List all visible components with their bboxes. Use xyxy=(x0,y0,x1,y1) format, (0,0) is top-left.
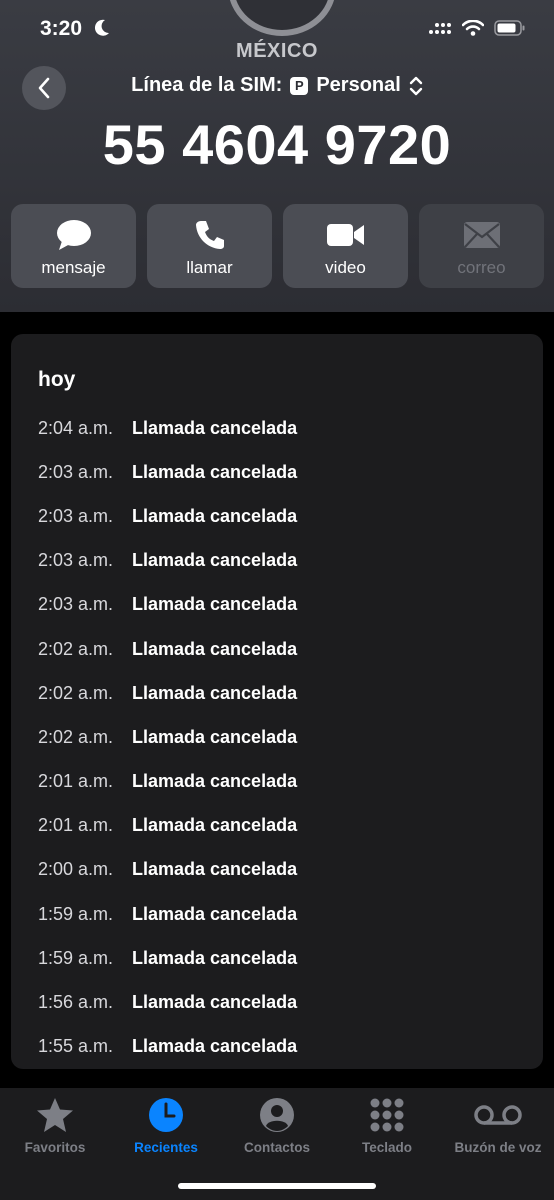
phone-number: 55 4604 9720 xyxy=(102,113,452,176)
contact-header: 3:20 MÉXICO Línea de la SIM: P Personal … xyxy=(0,0,554,312)
call-status: Llamada cancelada xyxy=(132,859,298,880)
call-history-card: hoy 2:04 a.m. Llamada cancelada 2:03 a.m. L… xyxy=(11,334,543,1069)
call-time: 2:03 a.m. xyxy=(38,461,114,482)
call-status: Llamada cancelada xyxy=(132,594,298,615)
call-button[interactable]: llamar xyxy=(147,204,272,288)
call-status: Llamada cancelada xyxy=(132,1036,298,1057)
call-history-row: 2:03 a.m. Llamada cancelada xyxy=(38,494,297,538)
call-history-row: 1:59 a.m. Llamada cancelada xyxy=(38,892,297,936)
message-button-label: mensaje xyxy=(41,258,106,277)
tab-contactos-label: Contactos xyxy=(243,1140,310,1155)
call-status: Llamada cancelada xyxy=(132,771,298,792)
call-time: 2:01 a.m. xyxy=(38,771,114,792)
call-history-row: 2:03 a.m. Llamada cancelada xyxy=(38,583,297,627)
cellular-signal-icon xyxy=(428,21,452,40)
call-history-row: 1:56 a.m. Llamada cancelada xyxy=(38,980,297,1024)
voicemail-icon xyxy=(473,1096,523,1134)
call-time: 2:00 a.m. xyxy=(38,859,114,880)
call-time: 1:59 a.m. xyxy=(38,903,114,924)
tab-buzon-de-voz[interactable]: Buzón de voz xyxy=(443,1096,553,1155)
call-status: Llamada cancelada xyxy=(132,992,298,1013)
call-time: 1:59 a.m. xyxy=(38,947,114,968)
call-history-row: 1:55 a.m. Llamada cancelada xyxy=(38,1025,297,1069)
moon-icon xyxy=(94,19,110,42)
tab-recientes-label: Recientes xyxy=(134,1140,198,1155)
tab-favoritos[interactable]: Favoritos xyxy=(0,1096,110,1155)
chevron-up-down-icon xyxy=(409,76,423,95)
person-circle-icon xyxy=(259,1096,295,1134)
call-status: Llamada cancelada xyxy=(132,726,298,747)
tab-favoritos-label: Favoritos xyxy=(24,1140,86,1155)
call-time: 2:03 a.m. xyxy=(38,550,114,571)
call-status: Llamada cancelada xyxy=(132,903,298,924)
call-history-row: 2:04 a.m. Llamada cancelada xyxy=(38,406,297,450)
call-time: 2:04 a.m. xyxy=(38,417,114,438)
star-icon xyxy=(36,1096,74,1134)
call-history-row: 1:59 a.m. Llamada cancelada xyxy=(38,936,297,980)
mail-button-label: correo xyxy=(457,258,506,277)
keypad-icon xyxy=(369,1096,405,1134)
tab-contactos[interactable]: Contactos xyxy=(222,1096,332,1155)
call-time: 2:03 a.m. xyxy=(38,505,114,526)
phone-icon xyxy=(194,218,226,252)
call-history-row: 2:01 a.m. Llamada cancelada xyxy=(38,760,297,804)
call-history-row: 2:03 a.m. Llamada cancelada xyxy=(38,450,297,494)
tab-recientes[interactable]: Recientes xyxy=(111,1096,221,1155)
call-status: Llamada cancelada xyxy=(132,682,298,703)
call-status: Llamada cancelada xyxy=(132,550,298,571)
call-time: 2:03 a.m. xyxy=(38,594,114,615)
call-time: 2:02 a.m. xyxy=(38,682,114,703)
video-camera-icon xyxy=(326,218,366,252)
call-history-day: hoy xyxy=(38,368,76,391)
contact-country: MÉXICO xyxy=(236,40,318,62)
call-history-row: 2:02 a.m. Llamada cancelada xyxy=(38,627,297,671)
call-history-list: 2:04 a.m. Llamada cancelada 2:03 a.m. Llama… xyxy=(38,406,297,1069)
contact-actions: mensaje llamar video correo xyxy=(11,204,544,288)
sim-line-selector[interactable]: Línea de la SIM: P Personal xyxy=(0,74,554,97)
call-status: Llamada cancelada xyxy=(132,947,298,968)
tab-teclado-label: Teclado xyxy=(361,1140,412,1155)
call-history-row: 2:03 a.m. Llamada cancelada xyxy=(38,539,297,583)
status-indicators xyxy=(428,19,526,41)
message-button[interactable]: mensaje xyxy=(11,204,136,288)
message-bubble-icon xyxy=(56,218,92,252)
sim-line-name: Personal xyxy=(316,74,401,96)
sim-badge: P xyxy=(290,76,309,95)
call-history-row: 2:02 a.m. Llamada cancelada xyxy=(38,715,297,759)
call-time: 1:55 a.m. xyxy=(38,1036,114,1057)
mail-button[interactable]: correo xyxy=(419,204,544,288)
call-button-label: llamar xyxy=(186,258,233,277)
call-status: Llamada cancelada xyxy=(132,638,298,659)
wifi-icon xyxy=(461,19,485,41)
call-time: 2:02 a.m. xyxy=(38,726,114,747)
call-status: Llamada cancelada xyxy=(132,461,298,482)
call-status: Llamada cancelada xyxy=(132,417,298,438)
video-button-label: video xyxy=(325,258,366,277)
status-time: 3:20 xyxy=(40,17,83,40)
tab-buzon-de-voz-label: Buzón de voz xyxy=(454,1140,542,1155)
call-time: 2:01 a.m. xyxy=(38,815,114,836)
call-status: Llamada cancelada xyxy=(132,815,298,836)
call-history-row: 2:02 a.m. Llamada cancelada xyxy=(38,671,297,715)
video-button[interactable]: video xyxy=(283,204,408,288)
call-history-row: 2:01 a.m. Llamada cancelada xyxy=(38,804,297,848)
call-time: 1:56 a.m. xyxy=(38,992,114,1013)
call-status: Llamada cancelada xyxy=(132,505,298,526)
sim-line-prefix: Línea de la SIM: xyxy=(131,74,283,96)
clock-icon xyxy=(148,1096,184,1134)
call-time: 2:02 a.m. xyxy=(38,638,114,659)
tab-teclado[interactable]: Teclado xyxy=(332,1096,442,1155)
envelope-icon xyxy=(463,218,501,252)
home-indicator[interactable] xyxy=(178,1183,376,1189)
call-history-row: 2:00 a.m. Llamada cancelada xyxy=(38,848,297,892)
battery-icon xyxy=(494,20,526,41)
